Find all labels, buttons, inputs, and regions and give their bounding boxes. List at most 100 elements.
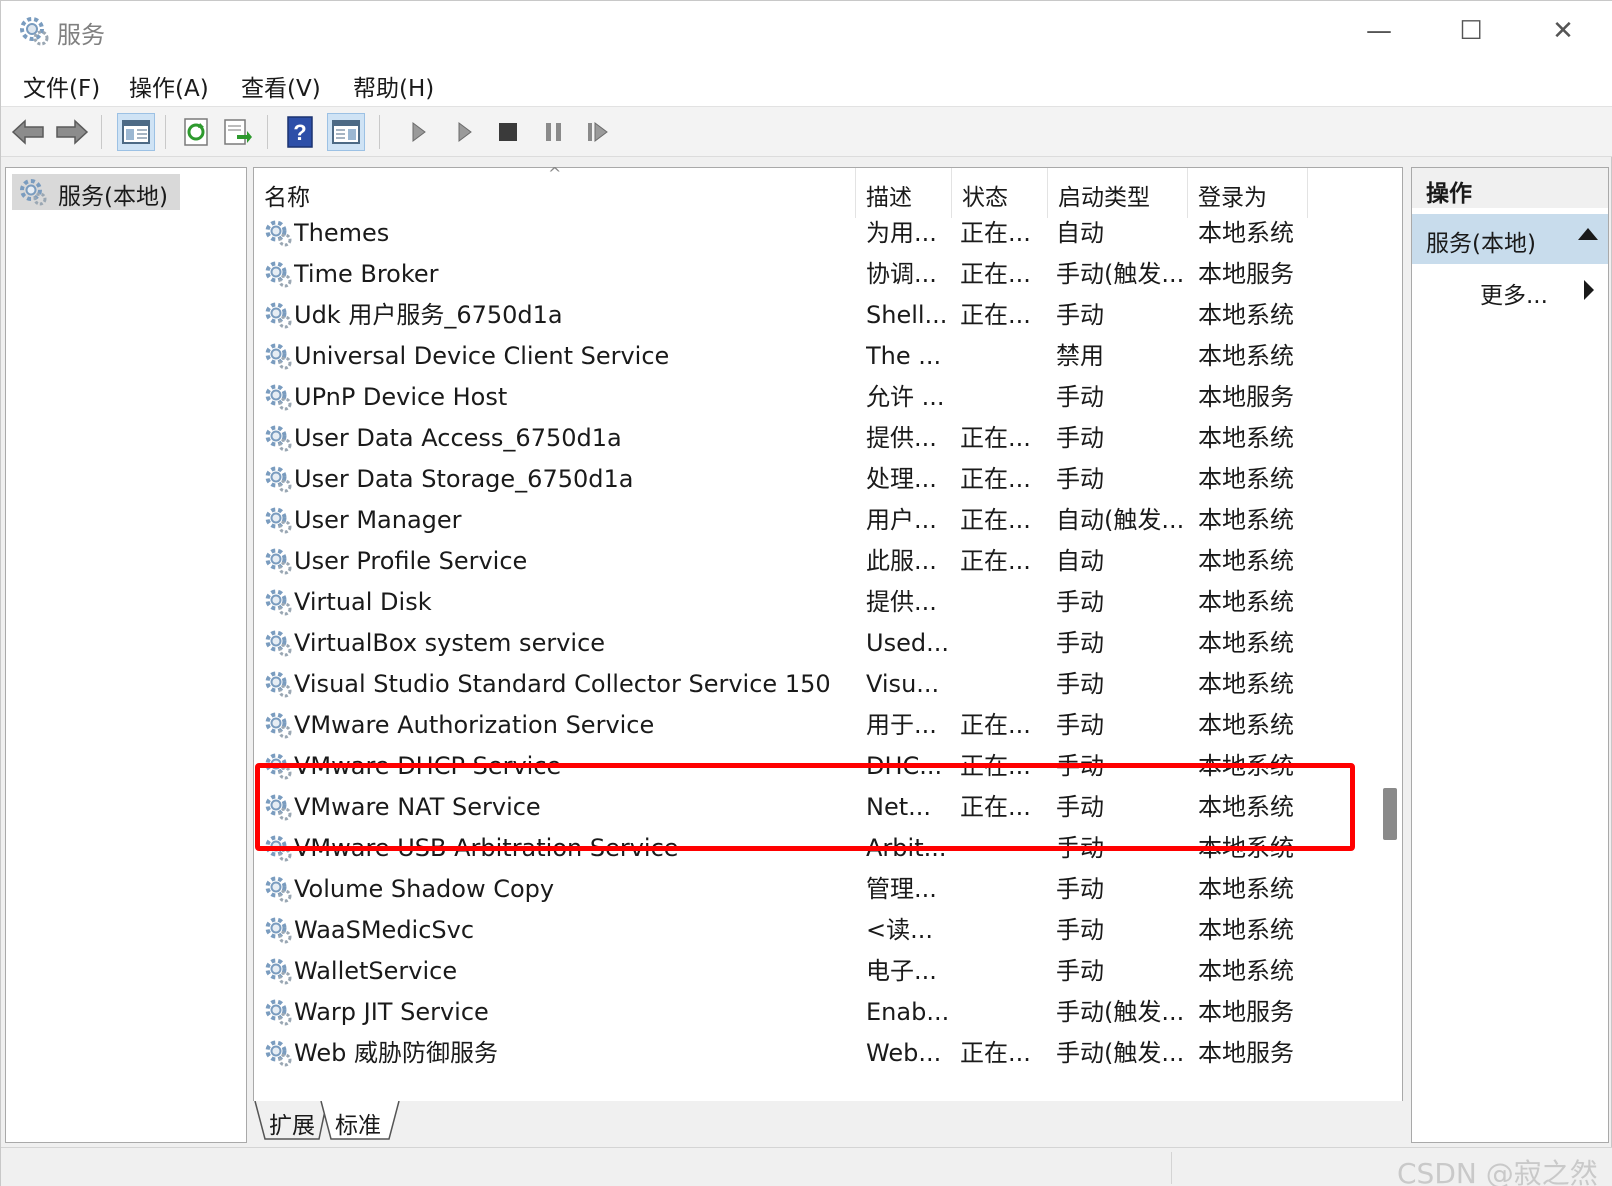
table-row[interactable]: Time Broker 协调... 正在... 手动(触发... 本地服务 [254, 253, 1336, 295]
table-row[interactable]: Volume Shadow Copy 管理... 手动 本地系统 [254, 868, 1336, 910]
tab-extended[interactable]: 扩展 [253, 1101, 329, 1141]
service-log-on-as: 本地系统 [1198, 711, 1294, 739]
service-startup-type: 自动(触发... [1056, 506, 1185, 534]
service-status [960, 950, 1046, 992]
toolbar-separator [165, 115, 166, 149]
stop-service-icon [499, 123, 517, 141]
refresh-button[interactable] [177, 113, 215, 151]
collapse-up-icon[interactable] [1578, 228, 1598, 240]
service-startup-type: 手动 [1056, 629, 1104, 657]
menu-action[interactable]: 操作(A) [129, 69, 209, 103]
actions-pane: 操作 服务(本地) 更多... [1411, 167, 1609, 1143]
service-gear-icon [265, 220, 292, 247]
service-name: Virtual Disk [294, 588, 432, 616]
show-hide-console-tree-button[interactable] [117, 113, 155, 151]
tab-standard[interactable]: 标准 [319, 1101, 401, 1141]
services-gear-icon [20, 17, 49, 46]
pause-service-button[interactable] [535, 113, 573, 151]
table-row[interactable]: Virtual Disk 提供... 手动 本地系统 [254, 581, 1336, 623]
service-name: VMware NAT Service [294, 793, 541, 821]
service-log-on-as: 本地系统 [1198, 506, 1294, 534]
more-actions-link[interactable]: 更多... [1480, 276, 1548, 310]
table-row[interactable]: Web 威胁防御服务 Web... 正在... 手动(触发... 本地服务 [254, 1032, 1336, 1074]
service-status: 正在... [960, 711, 1031, 739]
service-startup-type: 自动 [1056, 547, 1104, 575]
table-row[interactable]: User Manager 用户... 正在... 自动(触发... 本地系统 [254, 499, 1336, 541]
service-log-on-as: 本地系统 [1198, 793, 1294, 821]
stop-service-button[interactable] [489, 113, 527, 151]
service-gear-icon [265, 343, 292, 370]
help-icon: ? [287, 116, 313, 148]
scrollbar-thumb[interactable] [1383, 788, 1397, 840]
service-log-on-as: 本地系统 [1198, 957, 1294, 985]
menu-file[interactable]: 文件(F) [23, 69, 100, 103]
table-row[interactable]: WalletService 电子... 手动 本地系统 [254, 950, 1336, 992]
service-description: Shell... [866, 301, 948, 329]
table-row[interactable]: Warp JIT Service Enab... 手动(触发... 本地服务 [254, 991, 1336, 1033]
title-bar[interactable]: 服务 — ☐ ✕ [1, 1, 1612, 61]
table-row[interactable]: User Data Access_6750d1a 提供... 正在... 手动 本地系统 [254, 417, 1336, 459]
minimize-button[interactable]: — [1333, 1, 1425, 61]
service-log-on-as: 本地系统 [1198, 916, 1294, 944]
service-status [960, 827, 1046, 869]
table-row[interactable]: Udk 用户服务_6750d1a Shell... 正在... 手动 本地系统 [254, 294, 1336, 336]
column-header-log-on-as[interactable]: 登录为 [1188, 168, 1308, 218]
tree-item-services-local[interactable]: 服务(本地) [12, 174, 180, 210]
column-header-name[interactable]: 名称 ^ [254, 164, 856, 218]
help-glyph: ? [293, 120, 306, 145]
service-status [960, 663, 1046, 705]
column-header-startup-type[interactable]: 启动类型 [1048, 168, 1188, 218]
service-name: User Profile Service [294, 547, 528, 575]
table-row[interactable]: VMware DHCP Service DHC... 正在... 手动 本地系统 [254, 745, 1336, 787]
maximize-icon: ☐ [1459, 16, 1483, 46]
start-service-alt-button[interactable] [445, 113, 483, 151]
menu-view[interactable]: 查看(V) [241, 69, 321, 103]
table-row[interactable]: User Data Storage_6750d1a 处理... 正在... 手动 本地系… [254, 458, 1336, 500]
table-row[interactable]: VMware Authorization Service 用于... 正在... 手动… [254, 704, 1336, 746]
maximize-button[interactable]: ☐ [1425, 1, 1517, 61]
table-row[interactable]: Visual Studio Standard Collector Service… [254, 663, 1336, 705]
back-button[interactable] [9, 113, 47, 151]
column-header-status[interactable]: 状态 [952, 168, 1048, 218]
menu-help[interactable]: 帮助(H) [353, 69, 434, 103]
table-row[interactable]: Themes 为用... 正在... 自动 本地系统 [254, 212, 1336, 254]
service-description: The ... [866, 342, 942, 370]
table-row[interactable]: User Profile Service 此服... 正在... 自动 本地系统 [254, 540, 1336, 582]
table-row[interactable]: VirtualBox system service Used... 手动 本地系统 [254, 622, 1336, 664]
toolbar-separator [379, 115, 380, 149]
vertical-scrollbar[interactable] [1376, 168, 1402, 1104]
close-button[interactable]: ✕ [1517, 1, 1609, 61]
service-name: User Manager [294, 506, 462, 534]
help-button[interactable]: ? [281, 113, 319, 151]
service-startup-type: 手动 [1056, 834, 1104, 862]
submenu-arrow-icon[interactable] [1584, 280, 1594, 300]
table-row[interactable]: Universal Device Client Service The ... 禁用… [254, 335, 1336, 377]
service-status: 正在... [960, 465, 1031, 493]
service-description: Web... [866, 1039, 942, 1067]
export-list-button[interactable] [219, 113, 257, 151]
service-status: 正在... [960, 1039, 1031, 1067]
service-log-on-as: 本地服务 [1198, 260, 1294, 288]
restart-service-button[interactable] [581, 113, 619, 151]
service-description: 协调... [866, 260, 937, 288]
service-name: Udk 用户服务_6750d1a [294, 301, 563, 329]
forward-button[interactable] [53, 113, 91, 151]
table-row[interactable]: VMware USB Arbitration Service Arbit... 手动… [254, 827, 1336, 869]
table-row[interactable]: VMware NAT Service Net... 正在... 手动 本地系统 [254, 786, 1336, 828]
actions-group-services-local[interactable]: 服务(本地) [1412, 214, 1608, 264]
export-list-icon [224, 119, 252, 145]
service-description: 管理... [866, 875, 937, 903]
start-service-button[interactable] [399, 113, 437, 151]
service-gear-icon [265, 917, 292, 944]
window-title: 服务 [57, 21, 105, 49]
service-description: Arbit... [866, 834, 947, 862]
show-hide-action-pane-button[interactable] [327, 113, 365, 151]
column-header-label: 状态 [962, 185, 1008, 211]
column-header-description[interactable]: 描述 [856, 168, 952, 218]
table-row[interactable]: WaaSMedicSvc <读... 手动 本地系统 [254, 909, 1336, 951]
table-row[interactable]: UPnP Device Host 允许 ... 手动 本地服务 [254, 376, 1336, 418]
service-startup-type: 手动 [1056, 957, 1104, 985]
service-startup-type: 手动 [1056, 301, 1104, 329]
status-bar: CSDN @寂之然 [1, 1147, 1612, 1186]
service-description: <读... [866, 916, 933, 944]
